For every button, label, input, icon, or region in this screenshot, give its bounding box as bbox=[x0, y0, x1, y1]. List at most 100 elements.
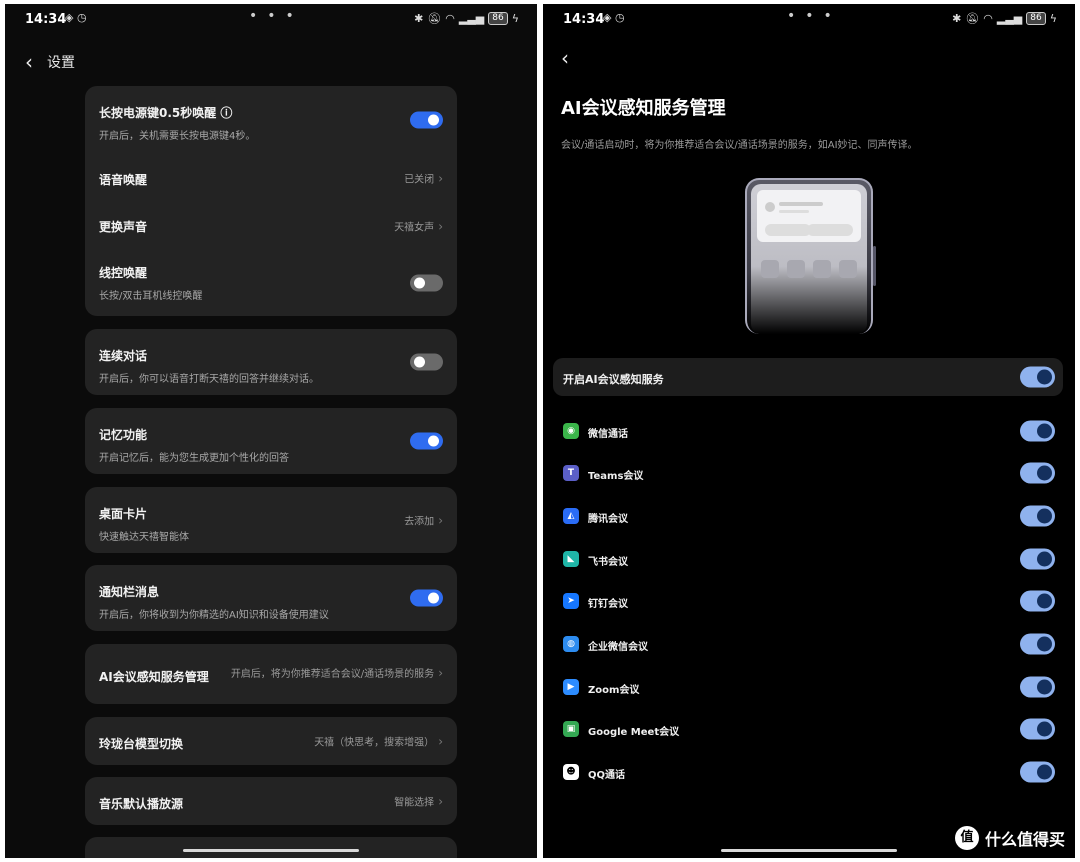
memory-card: 记忆功能 开启记忆后，能为您生成更加个性化的回答 bbox=[85, 408, 457, 474]
chevron-right-icon: › bbox=[438, 734, 443, 749]
setting-row-notification[interactable]: 通知栏消息 开启后，你将收到为你精选的AI知识和设备使用建议 bbox=[85, 565, 457, 631]
setting-title: 桌面卡片 bbox=[99, 507, 148, 521]
setting-row-continuous-dialog[interactable]: 连续对话 开启后，你可以语音打断天禧的回答并继续对话。 bbox=[85, 329, 457, 395]
setting-title: 语音唤醒 bbox=[99, 173, 148, 187]
master-toggle-row[interactable]: 开启AI会议感知服务 bbox=[553, 358, 1063, 396]
multiwindow-dots-icon[interactable]: ••• bbox=[249, 8, 304, 24]
wake-settings-card: 长按电源键0.5秒唤醒 ⓘ 开启后，关机需要长按电源键4秒。 语音唤醒 已关闭 ›… bbox=[85, 86, 457, 316]
tencent-meeting-icon: ◭ bbox=[563, 508, 579, 524]
settings-screen: 14:34 ◈ ◷ ••• ✱ 🔕︎ ◠ ▂▃▅ 86 ϟ ‹ 设置 长按电源键… bbox=[5, 4, 537, 858]
multiwindow-dots-icon[interactable]: ••• bbox=[787, 8, 842, 24]
wecom-icon: ◍ bbox=[563, 636, 579, 652]
teams-icon: T bbox=[563, 465, 579, 481]
chevron-right-icon: › bbox=[438, 666, 443, 680]
service-name: Zoom会议 bbox=[588, 685, 640, 696]
teams-toggle[interactable] bbox=[1020, 462, 1055, 484]
qq-toggle[interactable] bbox=[1020, 761, 1055, 783]
master-toggle-label: 开启AI会议感知服务 bbox=[563, 373, 664, 386]
status-right-icons: ✱ 🔕︎ ◠ ▂▃▅ 86 ϟ bbox=[414, 12, 519, 25]
status-time: 14:34 bbox=[563, 12, 605, 27]
setting-row-voice-wake[interactable]: 语音唤醒 已关闭 › bbox=[85, 154, 457, 202]
dingtalk-icon: ➤ bbox=[563, 593, 579, 609]
power-wake-toggle[interactable] bbox=[410, 111, 443, 129]
setting-title: 长按电源键0.5秒唤醒 ⓘ bbox=[99, 106, 233, 120]
service-row-wecom[interactable]: ◍ 企业微信会议 bbox=[553, 629, 1063, 659]
setting-subtitle: 开启后，关机需要长按电源键4秒。 bbox=[99, 131, 256, 142]
service-row-feishu[interactable]: ◣ 飞书会议 bbox=[553, 544, 1063, 574]
setting-row-change-voice[interactable]: 更换声音 天禧女声 › bbox=[85, 202, 457, 250]
service-name: 飞书会议 bbox=[588, 557, 628, 568]
status-notification-icons: ◈ ◷ bbox=[65, 11, 87, 24]
setting-title: 记忆功能 bbox=[99, 428, 148, 442]
setting-row-power-wake[interactable]: 长按电源键0.5秒唤醒 ⓘ 开启后，关机需要长按电源键4秒。 bbox=[85, 86, 457, 154]
status-time: 14:34 bbox=[25, 12, 67, 27]
chevron-right-icon: › bbox=[438, 219, 443, 234]
home-indicator[interactable] bbox=[721, 849, 897, 852]
service-row-wechat[interactable]: ◉ 微信通话 bbox=[553, 416, 1063, 446]
google-meet-toggle[interactable] bbox=[1020, 718, 1055, 740]
model-switch-card: 玲珑台模型切换 天禧（快思考，搜索增强） › bbox=[85, 717, 457, 765]
battery-icon: 86 bbox=[488, 12, 508, 25]
setting-title: 更换声音 bbox=[99, 220, 148, 234]
status-notification-icons: ◈ ◷ bbox=[603, 11, 625, 24]
notification-toggle[interactable] bbox=[410, 589, 443, 607]
signal-icon: ▂▃▅ bbox=[996, 12, 1023, 25]
service-row-zoom[interactable]: ▶ Zoom会议 bbox=[553, 672, 1063, 702]
setting-row-ai-meeting[interactable]: AI会议感知服务管理 开启后，将为你推荐适合会议/通话场景的服务 › bbox=[85, 644, 457, 704]
service-name: 钉钉会议 bbox=[588, 599, 628, 610]
setting-row-wired-wake[interactable]: 线控唤醒 长按/双击耳机线控唤醒 bbox=[85, 250, 457, 316]
service-row-qq[interactable]: ☻ QQ通话 bbox=[553, 757, 1063, 787]
ai-meeting-screen: 14:34 ◈ ◷ ••• ✱ 🔕︎ ◠ ▂▃▅ 86 ϟ ‹ AI会议感知服务… bbox=[543, 4, 1075, 858]
service-row-dingtalk[interactable]: ➤ 钉钉会议 bbox=[553, 586, 1063, 616]
zoom-toggle[interactable] bbox=[1020, 676, 1055, 698]
partial-card bbox=[85, 837, 457, 858]
master-toggle[interactable] bbox=[1020, 366, 1055, 388]
setting-row-memory[interactable]: 记忆功能 开启记忆后，能为您生成更加个性化的回答 bbox=[85, 408, 457, 474]
setting-row-desktop-card[interactable]: 桌面卡片 快速触达天禧智能体 去添加 › bbox=[85, 487, 457, 553]
chevron-right-icon: › bbox=[438, 794, 443, 809]
home-indicator[interactable] bbox=[183, 849, 359, 852]
continuous-dialog-toggle[interactable] bbox=[410, 353, 443, 371]
service-name: Teams会议 bbox=[588, 471, 644, 482]
service-row-google-meet[interactable]: ▣ Google Meet会议 bbox=[553, 714, 1063, 744]
memory-toggle[interactable] bbox=[410, 432, 443, 450]
setting-subtitle: 开启后，你将收到为你精选的AI知识和设备使用建议 bbox=[99, 610, 329, 621]
wifi-icon: ◠ bbox=[445, 12, 455, 25]
setting-value: 智能选择 › bbox=[394, 794, 443, 809]
chevron-right-icon: › bbox=[438, 171, 443, 186]
chevron-left-icon[interactable]: ‹ bbox=[561, 46, 569, 70]
google-meet-icon: ▣ bbox=[563, 721, 579, 737]
service-name: 微信通话 bbox=[588, 429, 628, 440]
status-bar: 14:34 ◈ ◷ ••• ✱ 🔕︎ ◠ ▂▃▅ 86 ϟ bbox=[543, 4, 1075, 36]
bluetooth-icon: ✱ bbox=[414, 12, 424, 25]
setting-value: 天禧女声 › bbox=[394, 219, 443, 234]
service-row-tencent-meeting[interactable]: ◭ 腾讯会议 bbox=[553, 501, 1063, 531]
dingtalk-toggle[interactable] bbox=[1020, 590, 1055, 612]
setting-title: 连续对话 bbox=[99, 349, 148, 363]
phone-side-button bbox=[873, 246, 876, 286]
signal-icon: ▂▃▅ bbox=[458, 12, 485, 25]
setting-title: 音乐默认播放源 bbox=[99, 797, 184, 811]
setting-subtitle: 快速触达天禧智能体 bbox=[99, 532, 189, 543]
setting-title: 通知栏消息 bbox=[99, 585, 160, 599]
continuous-dialog-card: 连续对话 开启后，你可以语音打断天禧的回答并继续对话。 bbox=[85, 329, 457, 395]
setting-value: 已关闭 › bbox=[404, 171, 443, 186]
setting-row-music-source[interactable]: 音乐默认播放源 智能选择 › bbox=[85, 777, 457, 825]
service-name: Google Meet会议 bbox=[588, 727, 680, 738]
feishu-toggle[interactable] bbox=[1020, 548, 1055, 570]
charging-icon: ϟ bbox=[1049, 12, 1057, 25]
setting-value: 开启后，将为你推荐适合会议/通话场景的服务 › bbox=[230, 666, 443, 680]
setting-row-model-switch[interactable]: 玲珑台模型切换 天禧（快思考，搜索增强） › bbox=[85, 717, 457, 765]
service-row-teams[interactable]: T Teams会议 bbox=[553, 458, 1063, 488]
qq-icon: ☻ bbox=[563, 764, 579, 780]
wechat-toggle[interactable] bbox=[1020, 420, 1055, 442]
setting-value: 去添加 › bbox=[404, 513, 443, 528]
tencent-meeting-toggle[interactable] bbox=[1020, 505, 1055, 527]
status-bar: 14:34 ◈ ◷ ••• ✱ 🔕︎ ◠ ▂▃▅ 86 ϟ bbox=[5, 4, 537, 36]
wecom-toggle[interactable] bbox=[1020, 633, 1055, 655]
setting-subtitle: 开启后，你可以语音打断天禧的回答并继续对话。 bbox=[99, 374, 319, 385]
service-name: 腾讯会议 bbox=[588, 514, 628, 525]
wifi-icon: ◠ bbox=[983, 12, 993, 25]
wired-wake-toggle[interactable] bbox=[410, 274, 443, 292]
chevron-left-icon[interactable]: ‹ bbox=[25, 50, 33, 74]
